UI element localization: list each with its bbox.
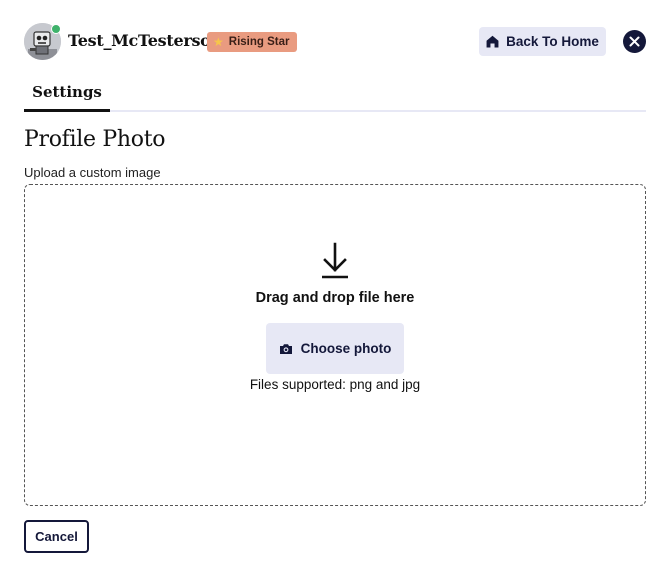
home-icon <box>486 35 499 48</box>
file-dropzone[interactable]: Drag and drop file here Choose photo Fil… <box>24 184 646 506</box>
tab-settings[interactable]: Settings <box>24 78 110 112</box>
username: Test_McTesterson <box>68 31 222 50</box>
back-to-home-button[interactable]: Back To Home <box>479 27 606 56</box>
camera-icon <box>279 343 292 354</box>
star-icon: ★ <box>213 35 224 49</box>
cancel-button[interactable]: Cancel <box>24 520 89 553</box>
profile-header: Test_McTesterson ★ Rising Star Back To H… <box>24 22 646 60</box>
back-to-home-label: Back To Home <box>506 34 599 49</box>
section-subtitle: Upload a custom image <box>24 165 161 180</box>
choose-photo-label: Choose photo <box>300 341 392 356</box>
rank-badge: ★ Rising Star <box>207 32 298 52</box>
dropzone-title: Drag and drop file here <box>255 290 415 306</box>
supported-files-note: Files supported: png and jpg <box>249 377 421 392</box>
section-title: Profile Photo <box>24 127 166 152</box>
close-button[interactable] <box>623 30 646 53</box>
online-status-dot <box>51 24 61 34</box>
download-arrow-icon <box>322 242 348 279</box>
close-icon <box>629 36 640 47</box>
settings-tabs: Settings <box>24 78 646 112</box>
choose-photo-button[interactable]: Choose photo <box>266 323 404 374</box>
badge-label: Rising Star <box>228 36 290 48</box>
